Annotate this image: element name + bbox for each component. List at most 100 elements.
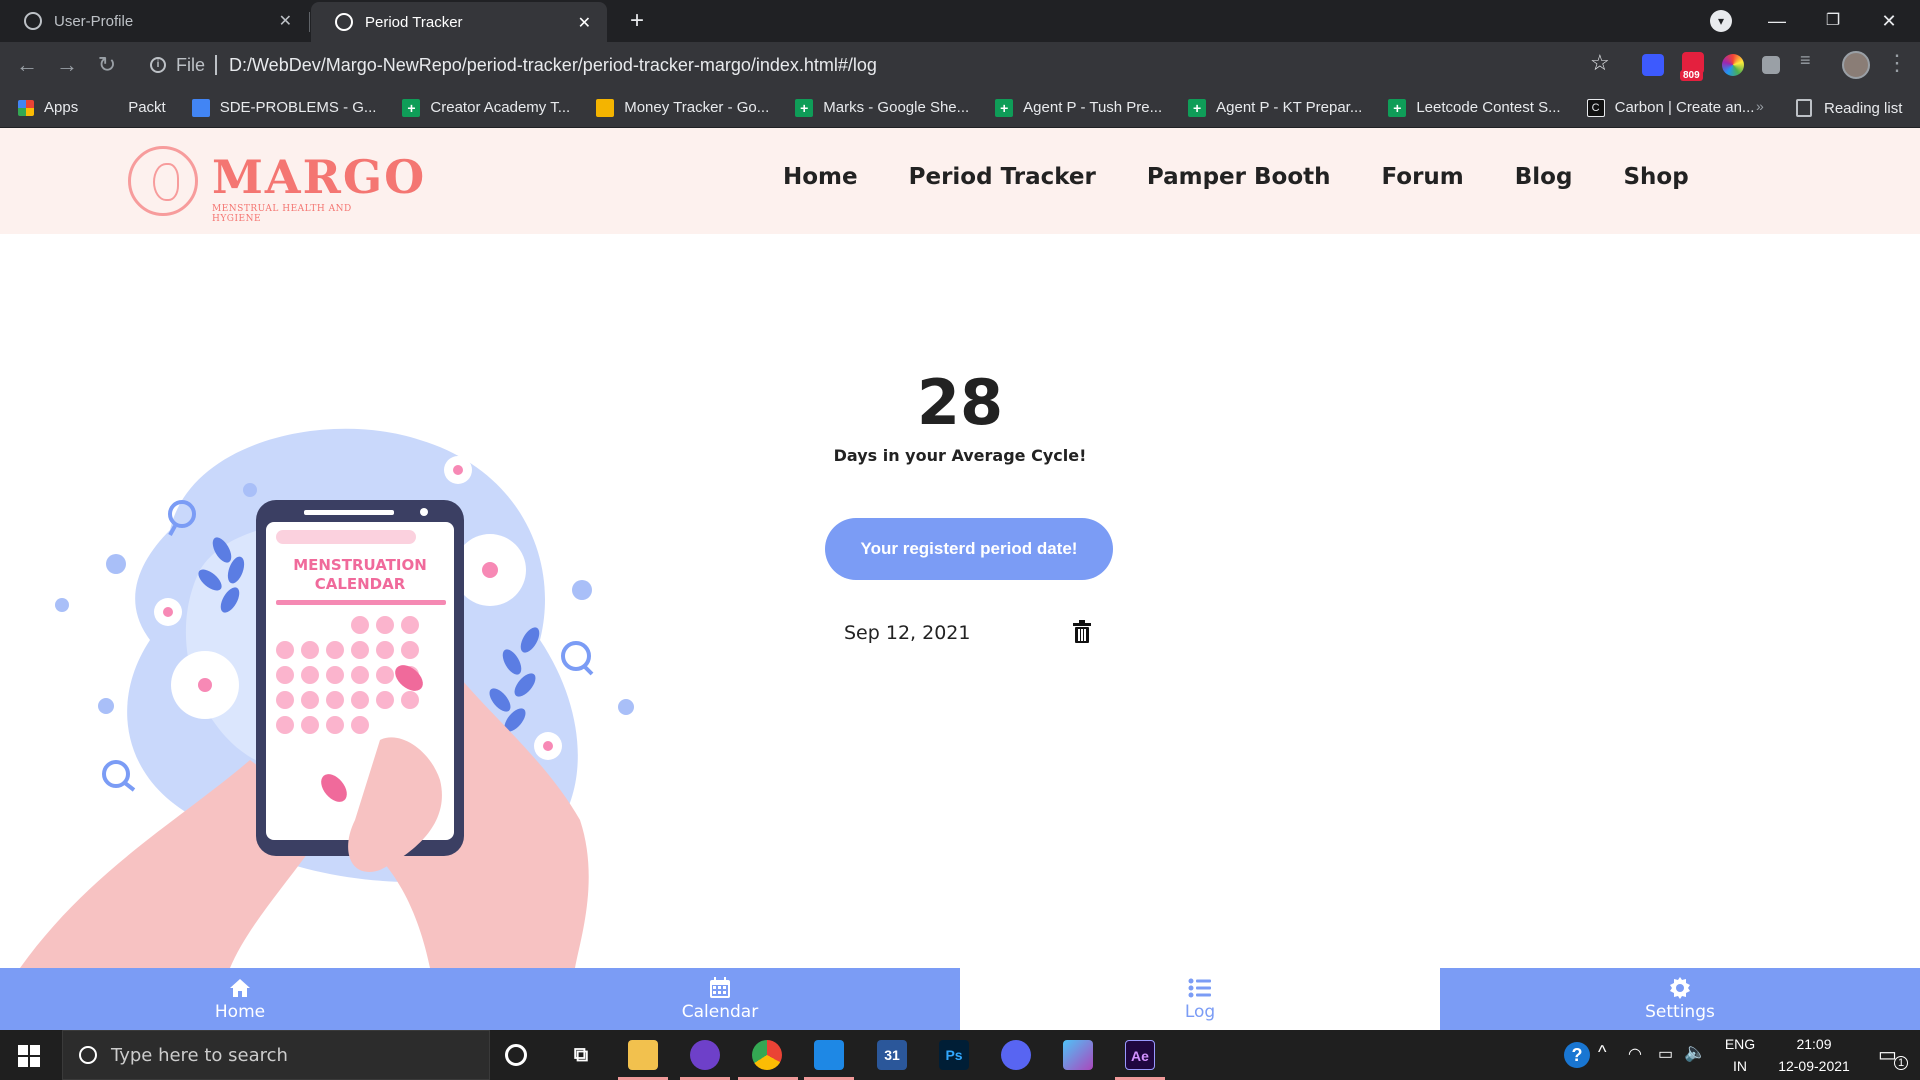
registered-period-date-button[interactable]: Your registerd period date! bbox=[825, 518, 1113, 580]
calendar-day-dot bbox=[326, 666, 344, 684]
media-control-icon[interactable]: ≡ bbox=[1800, 50, 1822, 72]
calendar-day-dot bbox=[276, 666, 294, 684]
bookmark-carbon[interactable]: C Carbon | Create an... bbox=[1586, 98, 1754, 117]
nav-pamper-booth[interactable]: Pamper Booth bbox=[1147, 164, 1331, 190]
address-bar[interactable]: i File D:/WebDev/Margo-NewRepo/period-tr… bbox=[134, 48, 1644, 82]
calendar-day-dot bbox=[376, 616, 394, 634]
bookmark-money-tracker[interactable]: Money Tracker - Go... bbox=[596, 98, 769, 117]
notifications-button[interactable]: ▭ 1 bbox=[1872, 1030, 1912, 1080]
url-text[interactable]: D:/WebDev/Margo-NewRepo/period-tracker/p… bbox=[229, 55, 877, 76]
close-window-button[interactable]: ✕ bbox=[1866, 6, 1912, 36]
tab-divider bbox=[309, 12, 310, 32]
bottom-nav-log[interactable]: Log bbox=[960, 968, 1440, 1030]
discord-icon[interactable] bbox=[1001, 1040, 1031, 1070]
reading-list-button[interactable]: Reading list bbox=[1796, 88, 1902, 128]
trash-icon[interactable] bbox=[1072, 620, 1092, 644]
github-desktop-icon[interactable] bbox=[690, 1040, 720, 1070]
calendar-day-dot bbox=[351, 691, 369, 709]
bookmark-leetcode-contest[interactable]: + Leetcode Contest S... bbox=[1388, 98, 1561, 117]
minimize-button[interactable]: — bbox=[1754, 6, 1800, 36]
home-icon bbox=[230, 979, 250, 997]
bookmark-agent-p-kt[interactable]: + Agent P - KT Prepar... bbox=[1188, 98, 1363, 117]
clock-time: 21:09 bbox=[1796, 1036, 1832, 1052]
info-icon[interactable]: i bbox=[150, 57, 166, 73]
margo-logo[interactable]: MARGO MENSTRUAL HEALTH AND HYGIENE bbox=[128, 142, 424, 224]
new-tab-button[interactable]: + bbox=[622, 6, 652, 36]
photoshop-icon[interactable]: Ps bbox=[939, 1040, 969, 1070]
more-bookmarks-chevron[interactable]: » bbox=[1756, 98, 1764, 114]
color-picker-extension-icon[interactable] bbox=[1722, 54, 1744, 76]
close-tab-icon[interactable]: ✕ bbox=[279, 11, 292, 31]
bottom-nav-label: Log bbox=[1184, 1002, 1216, 1022]
browser-menu-icon[interactable]: ⋮ bbox=[1886, 50, 1908, 76]
tab-period-tracker[interactable]: Period Tracker ✕ bbox=[311, 2, 607, 42]
nav-period-tracker[interactable]: Period Tracker bbox=[909, 164, 1096, 190]
close-tab-icon[interactable]: ✕ bbox=[578, 13, 591, 33]
calendar-app-icon[interactable]: 31 bbox=[877, 1040, 907, 1070]
wifi-icon[interactable]: ◠ bbox=[1628, 1044, 1642, 1064]
bookmark-agent-p-tush[interactable]: + Agent P - Tush Pre... bbox=[995, 98, 1162, 117]
bookmark-sde-problems[interactable]: SDE-PROBLEMS - G... bbox=[191, 98, 376, 117]
help-icon[interactable]: ? bbox=[1564, 1042, 1590, 1068]
file-explorer-icon[interactable] bbox=[628, 1040, 658, 1070]
reading-list-icon bbox=[1796, 99, 1812, 117]
period-entry-date: Sep 12, 2021 bbox=[844, 622, 971, 644]
sheets-icon: + bbox=[1188, 98, 1207, 117]
notification-count: 1 bbox=[1894, 1056, 1908, 1070]
bookmark-creator-academy[interactable]: + Creator Academy T... bbox=[402, 98, 570, 117]
battery-icon[interactable]: ▭ bbox=[1658, 1044, 1673, 1064]
chrome-icon[interactable] bbox=[752, 1040, 782, 1070]
bookmark-label: Packt bbox=[128, 99, 166, 116]
bottom-nav-settings[interactable]: Settings bbox=[1440, 968, 1920, 1030]
chevron-up-icon[interactable]: ^ bbox=[1598, 1042, 1606, 1063]
main-nav: Home Period Tracker Pamper Booth Forum B… bbox=[783, 164, 1740, 190]
illustration-title-line1: MENSTRUATION bbox=[293, 556, 427, 574]
scheme-label: File bbox=[176, 54, 206, 75]
back-arrow-icon[interactable]: ← bbox=[12, 50, 42, 80]
site-header: MARGO MENSTRUAL HEALTH AND HYGIENE Home … bbox=[0, 128, 1920, 234]
calendar-day-dot bbox=[276, 691, 294, 709]
clock-date: 12-09-2021 bbox=[1778, 1058, 1850, 1074]
nav-home[interactable]: Home bbox=[783, 164, 858, 190]
bottom-nav-calendar[interactable]: Calendar bbox=[480, 968, 960, 1030]
reload-icon[interactable]: ↻ bbox=[92, 50, 122, 80]
apps-icon bbox=[18, 99, 34, 116]
calendar-day-dot bbox=[351, 616, 369, 634]
profile-avatar[interactable] bbox=[1842, 51, 1870, 79]
puzzle-icon[interactable] bbox=[1762, 56, 1780, 74]
cube-app-icon[interactable] bbox=[1063, 1040, 1093, 1070]
messenger-extension-icon[interactable] bbox=[1642, 54, 1664, 76]
volume-icon[interactable]: 🔈 bbox=[1684, 1042, 1706, 1063]
docs-icon bbox=[191, 98, 210, 117]
menstruation-calendar-illustration: MENSTRUATION CALENDAR bbox=[20, 428, 634, 968]
clock[interactable]: 21:09 12-09-2021 bbox=[1764, 1030, 1864, 1080]
windows-start-icon[interactable] bbox=[18, 1045, 40, 1067]
logo-wordmark: MARGO bbox=[212, 150, 427, 204]
calendar-day-dot bbox=[301, 641, 319, 659]
nav-forum[interactable]: Forum bbox=[1382, 164, 1464, 190]
task-view-icon[interactable]: ⧉ bbox=[566, 1040, 596, 1070]
calendar-day-dot bbox=[326, 641, 344, 659]
bookmark-label: Apps bbox=[44, 99, 79, 116]
bookmarks-bar: Apps Packt SDE-PROBLEMS - G... + Creator… bbox=[0, 88, 1920, 128]
nav-blog[interactable]: Blog bbox=[1515, 164, 1573, 190]
average-cycle-label: Days in your Average Cycle! bbox=[833, 446, 1087, 465]
tab-search-icon[interactable]: ▾ bbox=[1710, 10, 1732, 32]
bookmark-star-icon[interactable]: ☆ bbox=[1590, 50, 1610, 76]
taskbar-search-box[interactable]: Type here to search bbox=[62, 1030, 490, 1080]
bottom-nav-home[interactable]: Home bbox=[0, 968, 480, 1030]
nav-shop[interactable]: Shop bbox=[1623, 164, 1688, 190]
calendar-day-dot bbox=[351, 666, 369, 684]
after-effects-icon[interactable]: Ae bbox=[1125, 1040, 1155, 1070]
cortana-icon[interactable] bbox=[505, 1044, 527, 1066]
bookmark-apps[interactable]: Apps bbox=[18, 99, 78, 116]
language-indicator[interactable]: ENG IN bbox=[1720, 1036, 1760, 1074]
vscode-icon[interactable] bbox=[814, 1040, 844, 1070]
taskbar-search-placeholder: Type here to search bbox=[111, 1044, 288, 1066]
restore-button[interactable]: ❐ bbox=[1810, 6, 1856, 36]
tab-user-profile[interactable]: User-Profile ✕ bbox=[0, 0, 308, 42]
bookmark-packt[interactable]: Packt bbox=[128, 99, 166, 116]
forward-arrow-icon[interactable]: → bbox=[52, 50, 82, 80]
bookmark-marks[interactable]: + Marks - Google She... bbox=[795, 98, 969, 117]
bookmark-label: Agent P - KT Prepar... bbox=[1216, 99, 1363, 116]
